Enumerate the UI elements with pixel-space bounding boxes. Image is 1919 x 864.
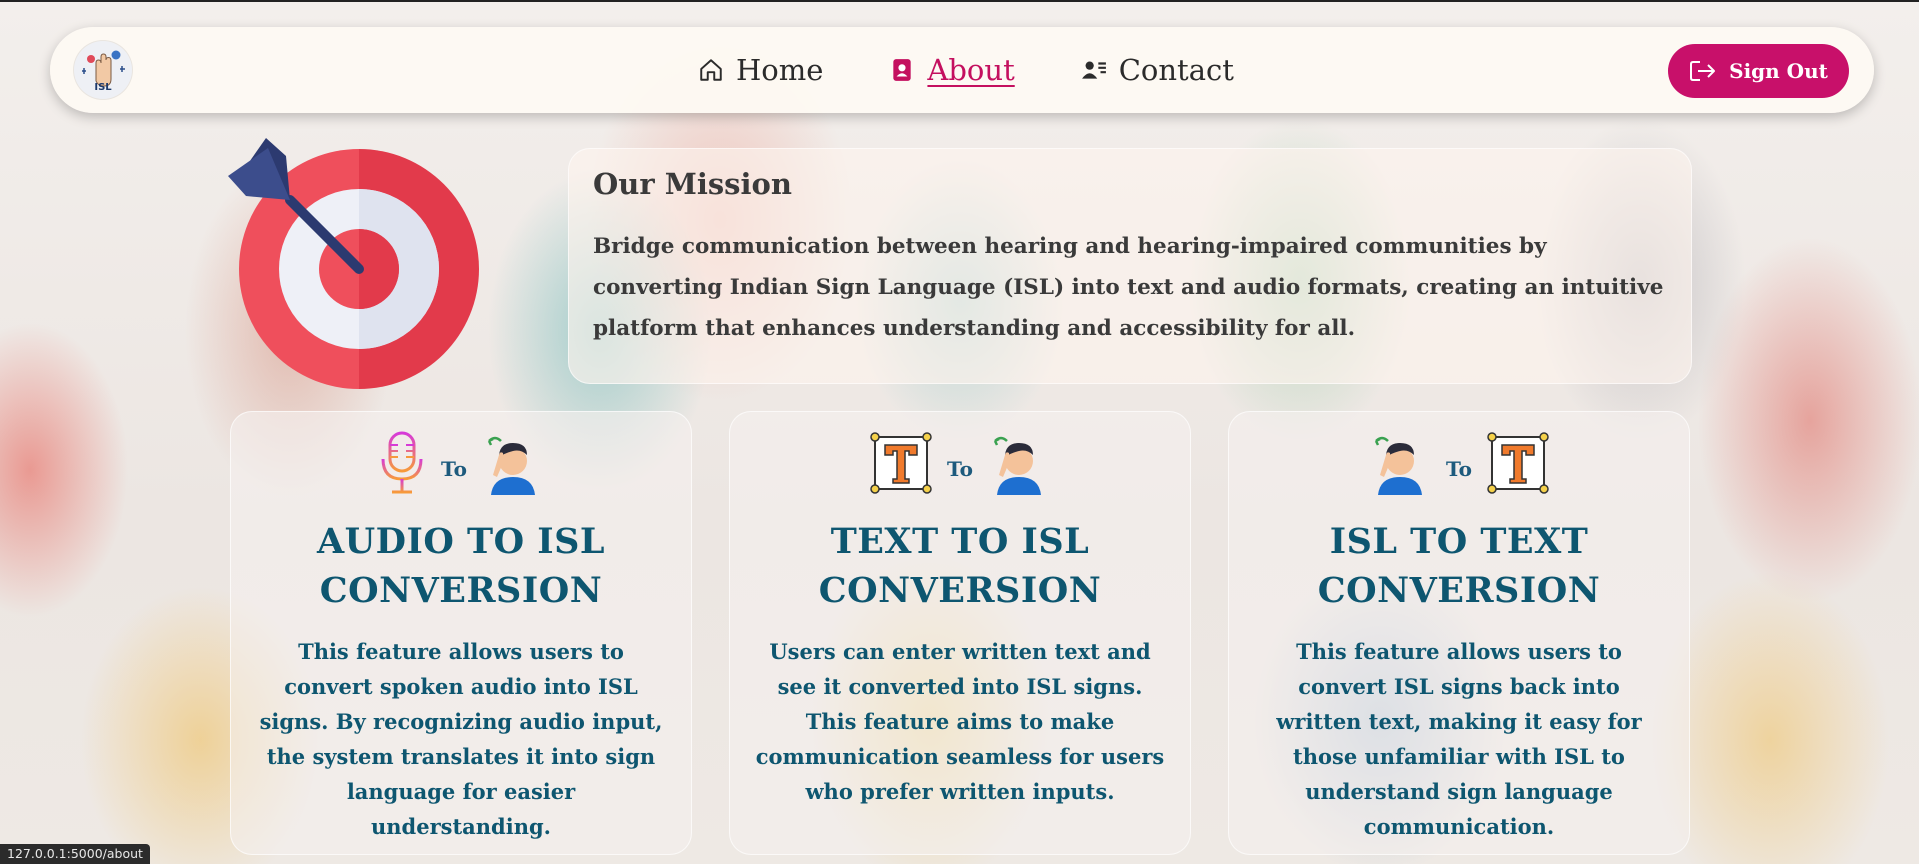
nav-home[interactable]: Home [698, 53, 823, 87]
profile-icon [893, 59, 912, 81]
nav-home-label: Home [736, 53, 824, 87]
feature-title: ISL TO TEXT CONVERSION [1317, 521, 1601, 611]
nav-links: Home About Contact [698, 27, 1234, 113]
to-label: To [947, 457, 973, 481]
nav-contact-label: Contact [1118, 53, 1234, 87]
nav-about-label: About [927, 53, 1015, 87]
text-tool-icon [1487, 432, 1549, 494]
text-tool-icon [870, 432, 932, 494]
microphone-icon [381, 431, 423, 494]
feature-icons: To [730, 430, 1190, 496]
feature-description: Users can enter written text and see it … [755, 639, 1165, 804]
sign-out-button[interactable]: Sign Out [1668, 44, 1849, 98]
isl-logo[interactable]: ISL [74, 41, 132, 99]
home-icon [700, 59, 722, 81]
mission-text: Bridge communication between hearing and… [593, 234, 1664, 341]
sign-out-label: Sign Out [1729, 59, 1828, 83]
mission-panel: Our Mission Bridge communication between… [568, 148, 1692, 384]
to-label: To [1446, 457, 1472, 481]
target-dart-icon [228, 138, 479, 389]
navbar: ISL Home About Contact Sign Out [50, 27, 1874, 113]
window-top-border [0, 0, 1919, 2]
feature-icons: To [1229, 430, 1689, 496]
nav-about[interactable]: About [889, 53, 1015, 87]
mission-title: Our Mission [593, 167, 792, 201]
sign-out-icon [1690, 61, 1716, 81]
feature-card-audio-to-isl: To AUDIO TO ISL CONVERSION This feature … [230, 411, 692, 855]
feature-description: This feature allows users to convert ISL… [1276, 639, 1642, 839]
logo-text: ISL [94, 82, 112, 93]
status-bar-url: 127.0.0.1:5000/about [0, 844, 150, 864]
feature-title: TEXT TO ISL CONVERSION [818, 521, 1102, 611]
feature-icons: To [231, 430, 691, 496]
nav-contact[interactable]: Contact [1081, 53, 1234, 87]
feature-title: AUDIO TO ISL CONVERSION [316, 521, 606, 611]
feature-card-text-to-isl: To TEXT TO ISL CONVERSION Users can ente… [729, 411, 1191, 855]
signing-person-icon [487, 436, 535, 495]
feature-description: This feature allows users to convert spo… [259, 639, 663, 839]
signing-person-icon [993, 436, 1041, 495]
contact-card-icon [1081, 61, 1106, 79]
feature-card-isl-to-text: To ISL TO TEXT CONVERSION This feature a… [1228, 411, 1690, 855]
to-label: To [441, 457, 467, 481]
signing-person-icon [1374, 436, 1423, 495]
